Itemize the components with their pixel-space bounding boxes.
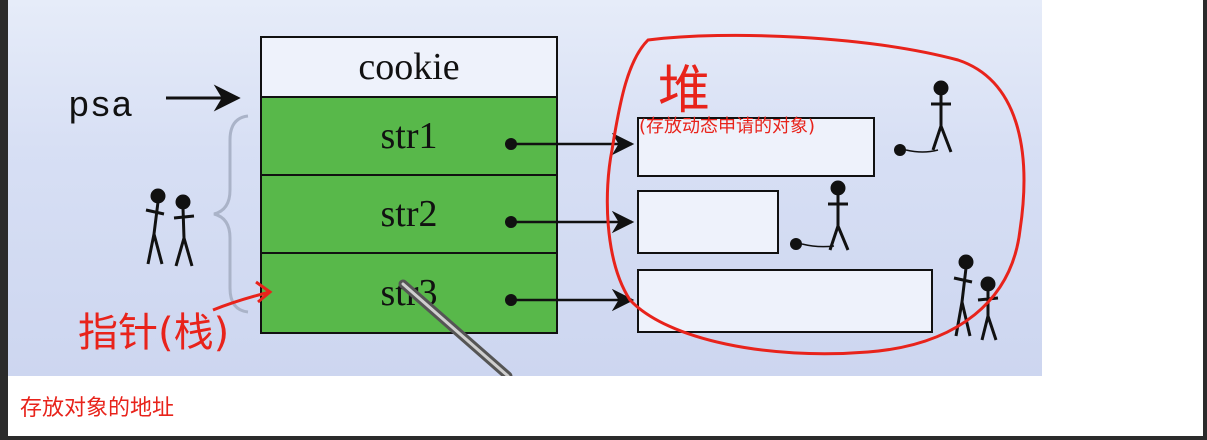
- ball-1: [894, 144, 906, 156]
- caption-text: 存放对象的地址: [20, 396, 175, 421]
- stick-figure-icon: [828, 180, 850, 251]
- ball-2: [790, 238, 802, 250]
- stick-figures-group-icon: [145, 188, 195, 267]
- heap-object-3: [637, 269, 933, 333]
- heap-note-annotation: (存放动态申请的对象): [639, 116, 816, 137]
- stack-pointer-annotation: 指针(栈): [78, 310, 230, 356]
- heap-object-2: [637, 190, 779, 254]
- stick-figure-icon: [931, 80, 953, 153]
- brace: [213, 114, 249, 314]
- page-frame: psa cookie str1 str2 str3: [8, 0, 1203, 436]
- diagram-slide: psa cookie str1 str2 str3: [8, 0, 1042, 376]
